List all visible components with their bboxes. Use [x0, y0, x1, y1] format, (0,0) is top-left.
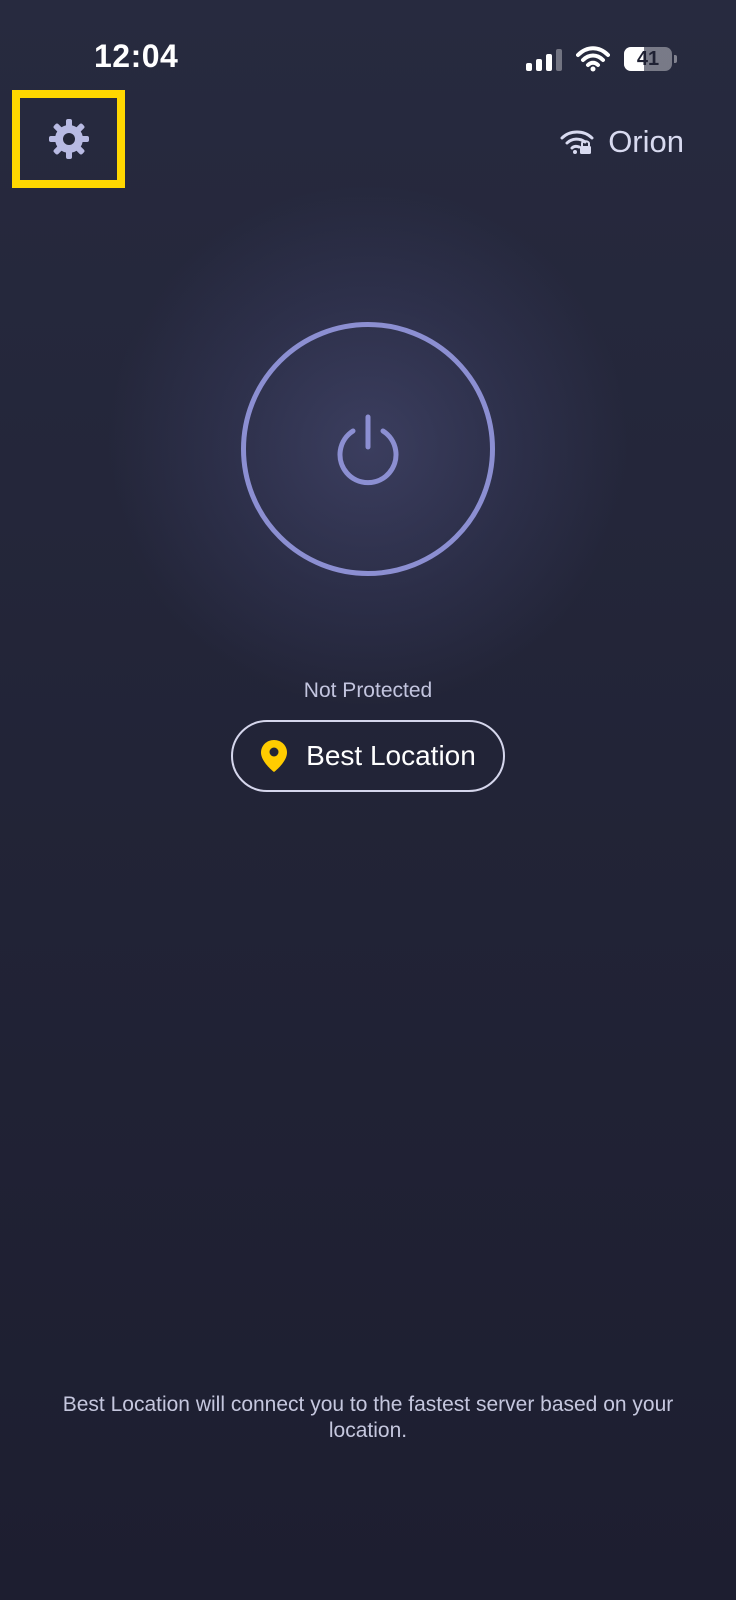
protection-status: Not Protected: [303, 679, 433, 702]
settings-button[interactable]: [12, 90, 125, 188]
wifi-icon: [576, 46, 610, 72]
vpn-home-screen: 12:04 41 Orion Not Protected Best Locati…: [0, 0, 736, 1600]
status-time: 12:04: [94, 38, 179, 74]
power-icon: [337, 414, 399, 486]
battery-icon: 41: [624, 47, 677, 71]
power-button[interactable]: [241, 322, 495, 576]
wifi-lock-icon: [560, 130, 594, 154]
status-icons: 41: [526, 46, 677, 72]
gear-icon: [48, 119, 89, 159]
location-selector-button[interactable]: Best Location: [231, 720, 505, 792]
battery-cap: [674, 55, 677, 63]
footer-note: Best Location will connect you to the fa…: [62, 1393, 674, 1442]
network-name: Orion: [608, 124, 684, 159]
battery-level: 41: [636, 47, 660, 70]
location-label: Best Location: [306, 740, 476, 771]
location-pin-icon: [261, 740, 288, 772]
signal-icon: [526, 47, 562, 71]
network-label: Orion: [560, 124, 684, 160]
